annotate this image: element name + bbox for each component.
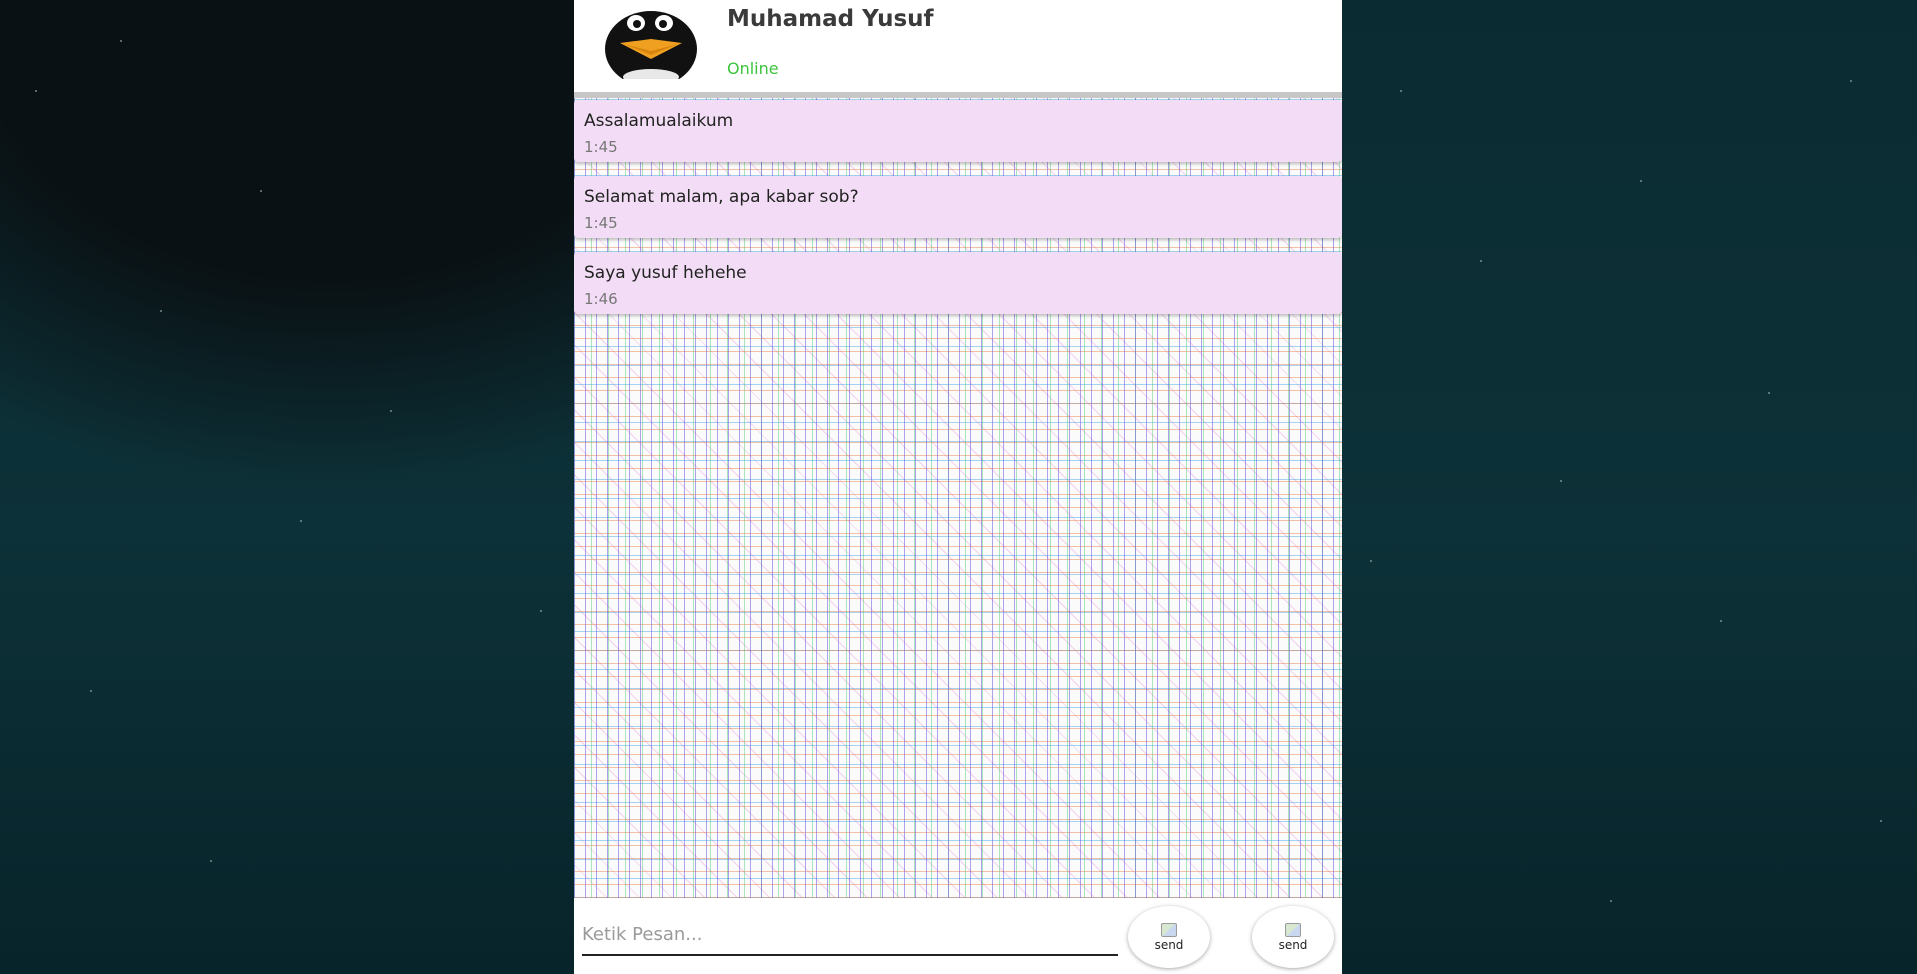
penguin-avatar-icon[interactable] <box>604 5 698 79</box>
broken-image-icon <box>1285 922 1301 937</box>
chat-header: Muhamad Yusuf Online <box>574 0 1342 92</box>
chat-window: Muhamad Yusuf Online Assalamualaikum 1:4… <box>574 0 1342 974</box>
send-button-label: send <box>1278 937 1308 952</box>
message-time: 1:45 <box>584 214 618 232</box>
send-button-secondary[interactable]: send <box>1252 906 1334 968</box>
message-text: Saya yusuf hehehe <box>584 263 747 283</box>
message-time: 1:45 <box>584 138 618 156</box>
message-text: Assalamualaikum <box>584 111 734 131</box>
composer-bar: send send <box>574 898 1342 974</box>
contact-name: Muhamad Yusuf <box>727 6 934 32</box>
message-text: Selamat malam, apa kabar sob? <box>584 187 859 207</box>
message-bubble[interactable]: Saya yusuf hehehe 1:46 <box>574 252 1342 314</box>
message-input[interactable] <box>582 914 1118 956</box>
send-button-label: send <box>1154 937 1184 952</box>
message-time: 1:46 <box>584 290 618 308</box>
message-list: Assalamualaikum 1:45 Selamat malam, apa … <box>574 96 1342 898</box>
message-bubble[interactable]: Selamat malam, apa kabar sob? 1:45 <box>574 176 1342 238</box>
contact-status: Online <box>727 59 779 78</box>
send-button[interactable]: send <box>1128 906 1210 968</box>
message-bubble[interactable]: Assalamualaikum 1:45 <box>574 100 1342 162</box>
broken-image-icon <box>1161 922 1177 937</box>
